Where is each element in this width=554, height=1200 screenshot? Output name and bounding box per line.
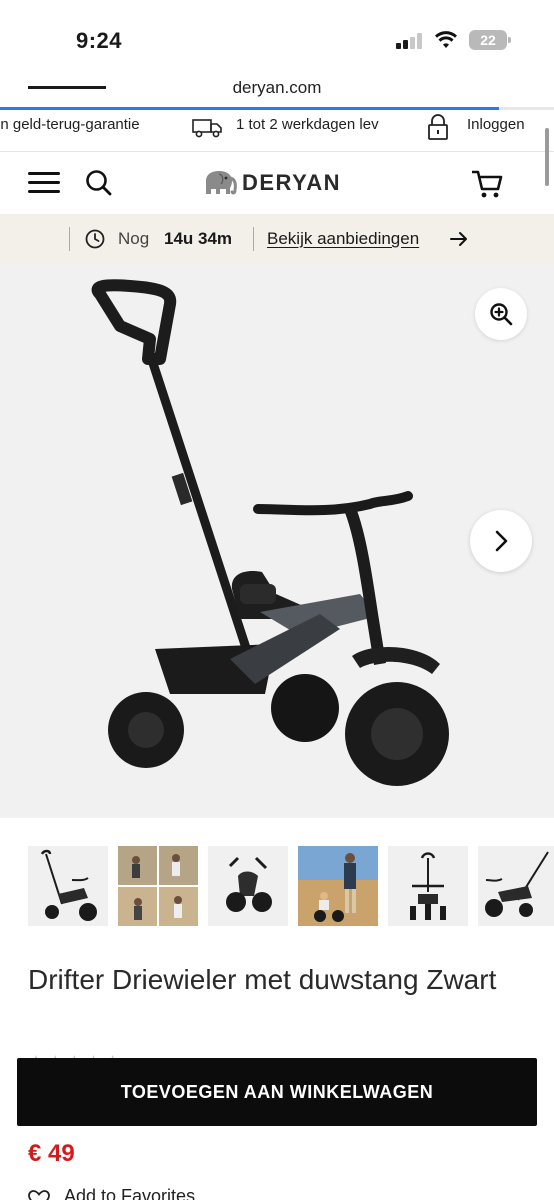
logo-text: DERYAN — [242, 170, 342, 195]
truck-icon — [192, 119, 222, 138]
deal-countdown-bar: Nog 14u 34m Bekijk aanbiedingen — [0, 214, 554, 264]
divider — [253, 227, 254, 251]
thumbnail-image — [118, 846, 198, 926]
usp-item-guarantee: en geld-terug-garantie — [0, 116, 140, 133]
site-header: DERYAN — [0, 152, 554, 214]
thumbnail-5[interactable] — [388, 846, 468, 926]
lock-icon — [428, 114, 448, 140]
thumbnail-1[interactable] — [28, 846, 108, 926]
thumbnail-6[interactable] — [478, 846, 554, 926]
chevron-right-icon — [495, 530, 508, 552]
usp-bar: en geld-terug-garantie 1 tot 2 werkdagen… — [0, 110, 554, 152]
active-thumbnail-indicator — [28, 86, 106, 89]
thumbnail-image — [485, 851, 549, 917]
clock-icon — [85, 229, 105, 249]
thumbnail-image — [298, 846, 378, 926]
wifi-icon — [435, 31, 457, 48]
thumbnail-2[interactable] — [118, 846, 198, 926]
favorites-label: Add to Favorites — [64, 1186, 196, 1200]
login-link[interactable]: Inloggen — [465, 116, 525, 133]
battery-indicator: 22 — [469, 30, 511, 50]
zoom-in-icon — [490, 303, 513, 326]
thumbnail-4[interactable] — [298, 846, 378, 926]
countdown-time: 14u 34m — [164, 229, 233, 248]
divider — [69, 227, 70, 251]
thumbnail-image — [40, 849, 97, 921]
elephant-icon — [206, 171, 237, 195]
status-time: 9:24 — [76, 28, 123, 53]
zoom-button[interactable] — [475, 288, 527, 340]
thumbnail-3[interactable] — [208, 846, 288, 926]
signal-icon — [396, 33, 424, 49]
cart-icon[interactable] — [470, 168, 504, 200]
thumbnail-image — [226, 856, 272, 912]
view-deals-link[interactable]: Bekijk aanbiedingen — [267, 229, 419, 249]
thumbnail-strip — [0, 846, 554, 936]
hamburger-icon[interactable] — [28, 172, 60, 194]
next-image-button[interactable] — [470, 510, 532, 572]
countdown-prefix: Nog — [118, 229, 150, 248]
search-icon[interactable] — [84, 168, 114, 198]
heart-icon — [28, 1190, 50, 1200]
usp-item-delivery: 1 tot 2 werkdagen lev — [236, 116, 379, 133]
url-text: deryan.com — [232, 78, 322, 97]
product-price: € 49 — [28, 1140, 75, 1167]
page-scrollbar[interactable] — [545, 128, 549, 186]
status-bar: 9:24 22 — [0, 0, 554, 78]
address-bar[interactable]: deryan.com — [0, 78, 554, 110]
product-image-gallery[interactable] — [0, 264, 554, 818]
usp-fade — [392, 110, 412, 151]
product-title: Drifter Driewieler met duwstang Zwart — [28, 964, 497, 995]
add-to-cart-button[interactable]: TOEVOEGEN AAN WINKELWAGEN — [17, 1058, 537, 1126]
arrow-right-icon[interactable] — [449, 230, 469, 248]
thumbnail-image — [410, 852, 446, 920]
